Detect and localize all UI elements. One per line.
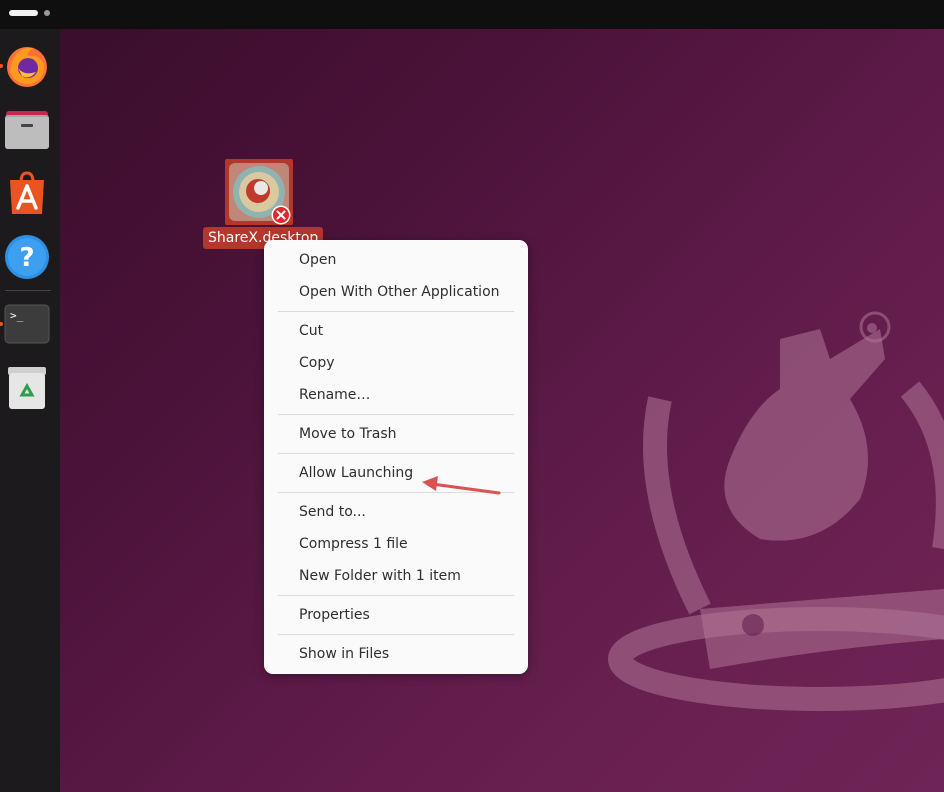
dock-separator — [5, 290, 51, 291]
desktop-file-item[interactable]: ShareX.desktop — [202, 159, 324, 251]
menu-item-move-to-trash[interactable]: Move to Trash — [272, 419, 520, 449]
menu-item-open-with[interactable]: Open With Other Application — [272, 277, 520, 307]
svg-text:>_: >_ — [10, 309, 24, 322]
menu-separator — [278, 311, 514, 312]
workspace-indicator[interactable] — [44, 10, 50, 16]
menu-item-send-to[interactable]: Send to... — [272, 497, 520, 527]
app-center-icon[interactable] — [4, 170, 50, 216]
file-icon-tile — [225, 159, 293, 225]
menu-item-copy[interactable]: Copy — [272, 348, 520, 378]
menu-item-new-folder-with-item[interactable]: New Folder with 1 item — [272, 561, 520, 591]
context-menu: Open Open With Other Application Cut Cop… — [264, 240, 528, 674]
menu-separator — [278, 595, 514, 596]
running-indicator — [0, 64, 3, 68]
menu-item-cut[interactable]: Cut — [272, 316, 520, 346]
menu-separator — [278, 414, 514, 415]
menu-separator — [278, 634, 514, 635]
active-workspace-indicator[interactable] — [9, 10, 38, 16]
menu-item-properties[interactable]: Properties — [272, 600, 520, 630]
menu-item-allow-launching[interactable]: Allow Launching — [272, 458, 520, 488]
firefox-icon[interactable] — [4, 42, 50, 88]
help-icon[interactable]: ? — [4, 234, 50, 280]
running-indicator — [0, 322, 3, 326]
menu-separator — [278, 453, 514, 454]
dock: ? >_ — [0, 29, 60, 792]
trash-icon[interactable] — [4, 365, 50, 411]
menu-item-compress[interactable]: Compress 1 file — [272, 529, 520, 559]
menu-item-open[interactable]: Open — [272, 245, 520, 275]
menu-item-rename[interactable]: Rename… — [272, 380, 520, 410]
menu-separator — [278, 492, 514, 493]
svg-text:?: ? — [19, 243, 34, 273]
untrusted-badge-icon — [271, 205, 291, 225]
files-icon[interactable] — [4, 107, 50, 153]
top-bar — [0, 0, 944, 29]
terminal-icon[interactable]: >_ — [4, 301, 50, 347]
menu-item-show-in-files[interactable]: Show in Files — [272, 639, 520, 669]
